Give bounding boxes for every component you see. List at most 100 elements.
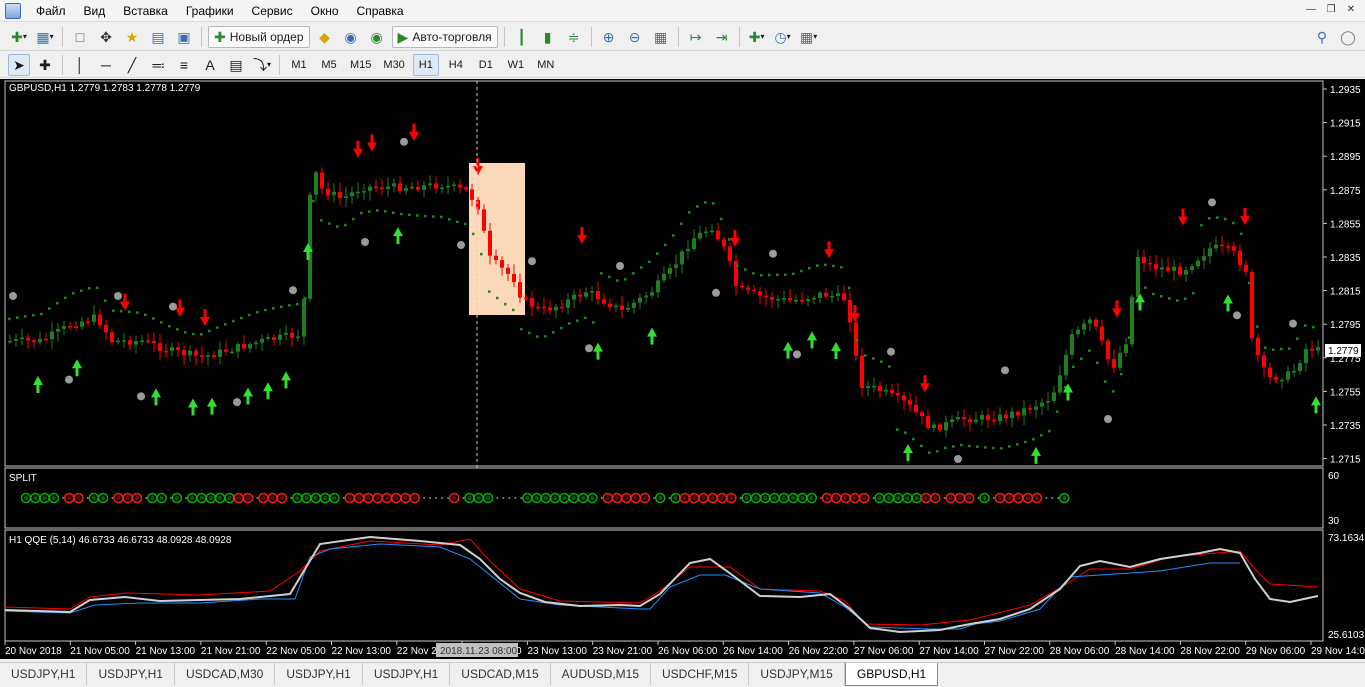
split-circle-core [624,496,629,500]
candle-body [242,344,246,349]
templates-button[interactable]: ▦ ▾ [798,26,820,48]
chart-tab[interactable]: AUDUSD,M15 [551,663,652,685]
equidistant-channel-icon[interactable]: ≕ [147,54,169,76]
candle-body [560,306,564,309]
trail-dot [1120,372,1123,376]
trail-dot [760,273,763,277]
timeframe-m15[interactable]: M15 [346,54,375,76]
timeframe-h4[interactable]: H4 [443,54,469,76]
periods-button[interactable]: ◷ ▾ [772,26,794,48]
close-icon[interactable]: ✕ [1343,3,1359,18]
menu-insert[interactable]: Вставка [114,0,177,22]
timeframe-m30[interactable]: M30 [379,54,408,76]
trail-dot [1016,443,1019,446]
horizontal-line-icon[interactable]: ─ [95,54,117,76]
menu-help[interactable]: Справка [348,0,413,22]
timeframe-m1[interactable]: M1 [286,54,312,76]
new-chart-button[interactable]: ✚ ▾ [8,26,30,48]
chart-tab[interactable]: USDJPY,M15 [749,663,845,685]
split-circle-core [914,496,919,500]
chart-tab[interactable]: USDCAD,M15 [450,663,551,685]
trail-dot [1056,410,1059,413]
market-watch-icon[interactable]: □ [69,26,91,48]
tile-windows-icon[interactable]: ▦ [650,26,672,48]
split-circle-core [412,496,417,500]
split-gap [668,497,671,499]
line-chart-icon[interactable]: ≑ [563,26,585,48]
chart-tab[interactable]: USDJPY,H1 [87,663,175,685]
zoom-out-icon[interactable]: ⊖ [624,26,646,48]
chart-tab[interactable]: USDJPY,H1 [275,663,363,685]
chart-shift-icon[interactable]: ⇥ [711,26,733,48]
timeframe-h1[interactable]: H1 [412,53,439,76]
chart-canvas[interactable]: GBPUSD,H1 1.2779 1.2783 1.2778 1.2779 1.… [0,79,1365,659]
trail-dot [1040,433,1043,437]
chart-tab[interactable]: USDCHF,M15 [651,663,750,685]
chart-tab[interactable]: USDJPY,H1 [0,663,88,685]
menu-view[interactable]: Вид [75,0,115,22]
candle-body [986,415,990,420]
chart-window[interactable]: GBPUSD,H1 1.2779 1.2783 1.2778 1.2779 1.… [0,79,1365,659]
menu-file[interactable]: Файл [27,0,75,22]
timeframe-m5[interactable]: M5 [316,54,342,76]
split-gap [1045,497,1048,499]
split-circle-core [642,496,647,500]
bar-chart-icon[interactable]: ┃ [511,26,533,48]
marker-dot [616,262,624,270]
zoom-in-icon[interactable]: ⊕ [598,26,620,48]
candle-body [98,314,102,325]
terminal-icon[interactable]: ▤ [147,26,169,48]
chart-tab[interactable]: USDJPY,H1 [363,663,451,685]
marker-dot [361,238,369,246]
metaeditor-icon[interactable]: ◆ [314,26,336,48]
fibonacci-icon[interactable]: ≡ [173,54,195,76]
timeframe-w1[interactable]: W1 [503,54,529,76]
new-order-label: Новый ордер [229,29,304,44]
split-circle-core [357,496,361,500]
chat-icon[interactable]: ◯ [1337,26,1359,48]
candle-body [452,184,456,187]
menu-charts[interactable]: Графики [177,0,243,22]
split-circle-core [261,496,266,500]
split-gap [423,497,426,499]
strategy-tester-icon[interactable]: ▣ [173,26,195,48]
timeframe-d1[interactable]: D1 [473,54,499,76]
arrows-button[interactable]: ⤵ ▾ [251,54,273,76]
profiles-button[interactable]: ▦ ▾ [34,26,56,48]
split-circle-core [1025,496,1030,500]
navigator-icon[interactable]: ✥ [95,26,117,48]
candle-body [608,303,612,308]
candle-body [1130,296,1134,345]
candlestick-icon[interactable]: ▮ [537,26,559,48]
plus-icon: ✚ [214,28,226,45]
standard-toolbar: ✚ ▾ ▦ ▾ □ ✥ ★ ▤ ▣ ✚ Новый ордер ◆ ◉ ◉ ▶ Авто… [0,23,1365,51]
minimize-icon[interactable]: — [1303,3,1319,18]
split-gap [256,497,259,499]
chart-tab-active[interactable]: GBPUSD,H1 [844,663,939,686]
trail-dot [856,339,859,342]
price-label: 1.2875 [1330,186,1361,197]
indicators-button[interactable]: ✚ ▾ [746,26,768,48]
time-axis: 20 Nov 2018 21 Nov 05:00 21 Nov 13:00 21 No… [4,641,1365,657]
timeframe-mn[interactable]: MN [533,54,559,76]
folder-star-icon[interactable]: ★ [121,26,143,48]
restore-icon[interactable]: ❐ [1323,3,1339,18]
auto-trading-button[interactable]: ▶ Авто-торговля [391,25,498,48]
candle-body [1208,248,1212,257]
cursor-icon[interactable]: ➤ [8,53,30,76]
signals-icon[interactable]: ◉ [366,26,388,48]
text-icon[interactable]: A [199,54,221,76]
candle-body [92,314,96,322]
menu-window[interactable]: Окно [302,0,348,22]
new-order-button[interactable]: ✚ Новый ордер [208,25,310,48]
chart-tab[interactable]: USDCAD,M30 [175,663,276,685]
menu-tools[interactable]: Сервис [243,0,302,22]
crosshair-icon[interactable]: ✚ [34,54,56,76]
text-label-icon[interactable]: ▤ [225,54,247,76]
split-circle-core [590,496,595,500]
auto-scroll-icon[interactable]: ↦ [685,26,707,48]
vertical-line-icon[interactable]: │ [69,54,91,76]
search-icon[interactable]: ⚲ [1311,26,1333,48]
community-icon[interactable]: ◉ [340,26,362,48]
trendline-icon[interactable]: ╱ [121,54,143,76]
